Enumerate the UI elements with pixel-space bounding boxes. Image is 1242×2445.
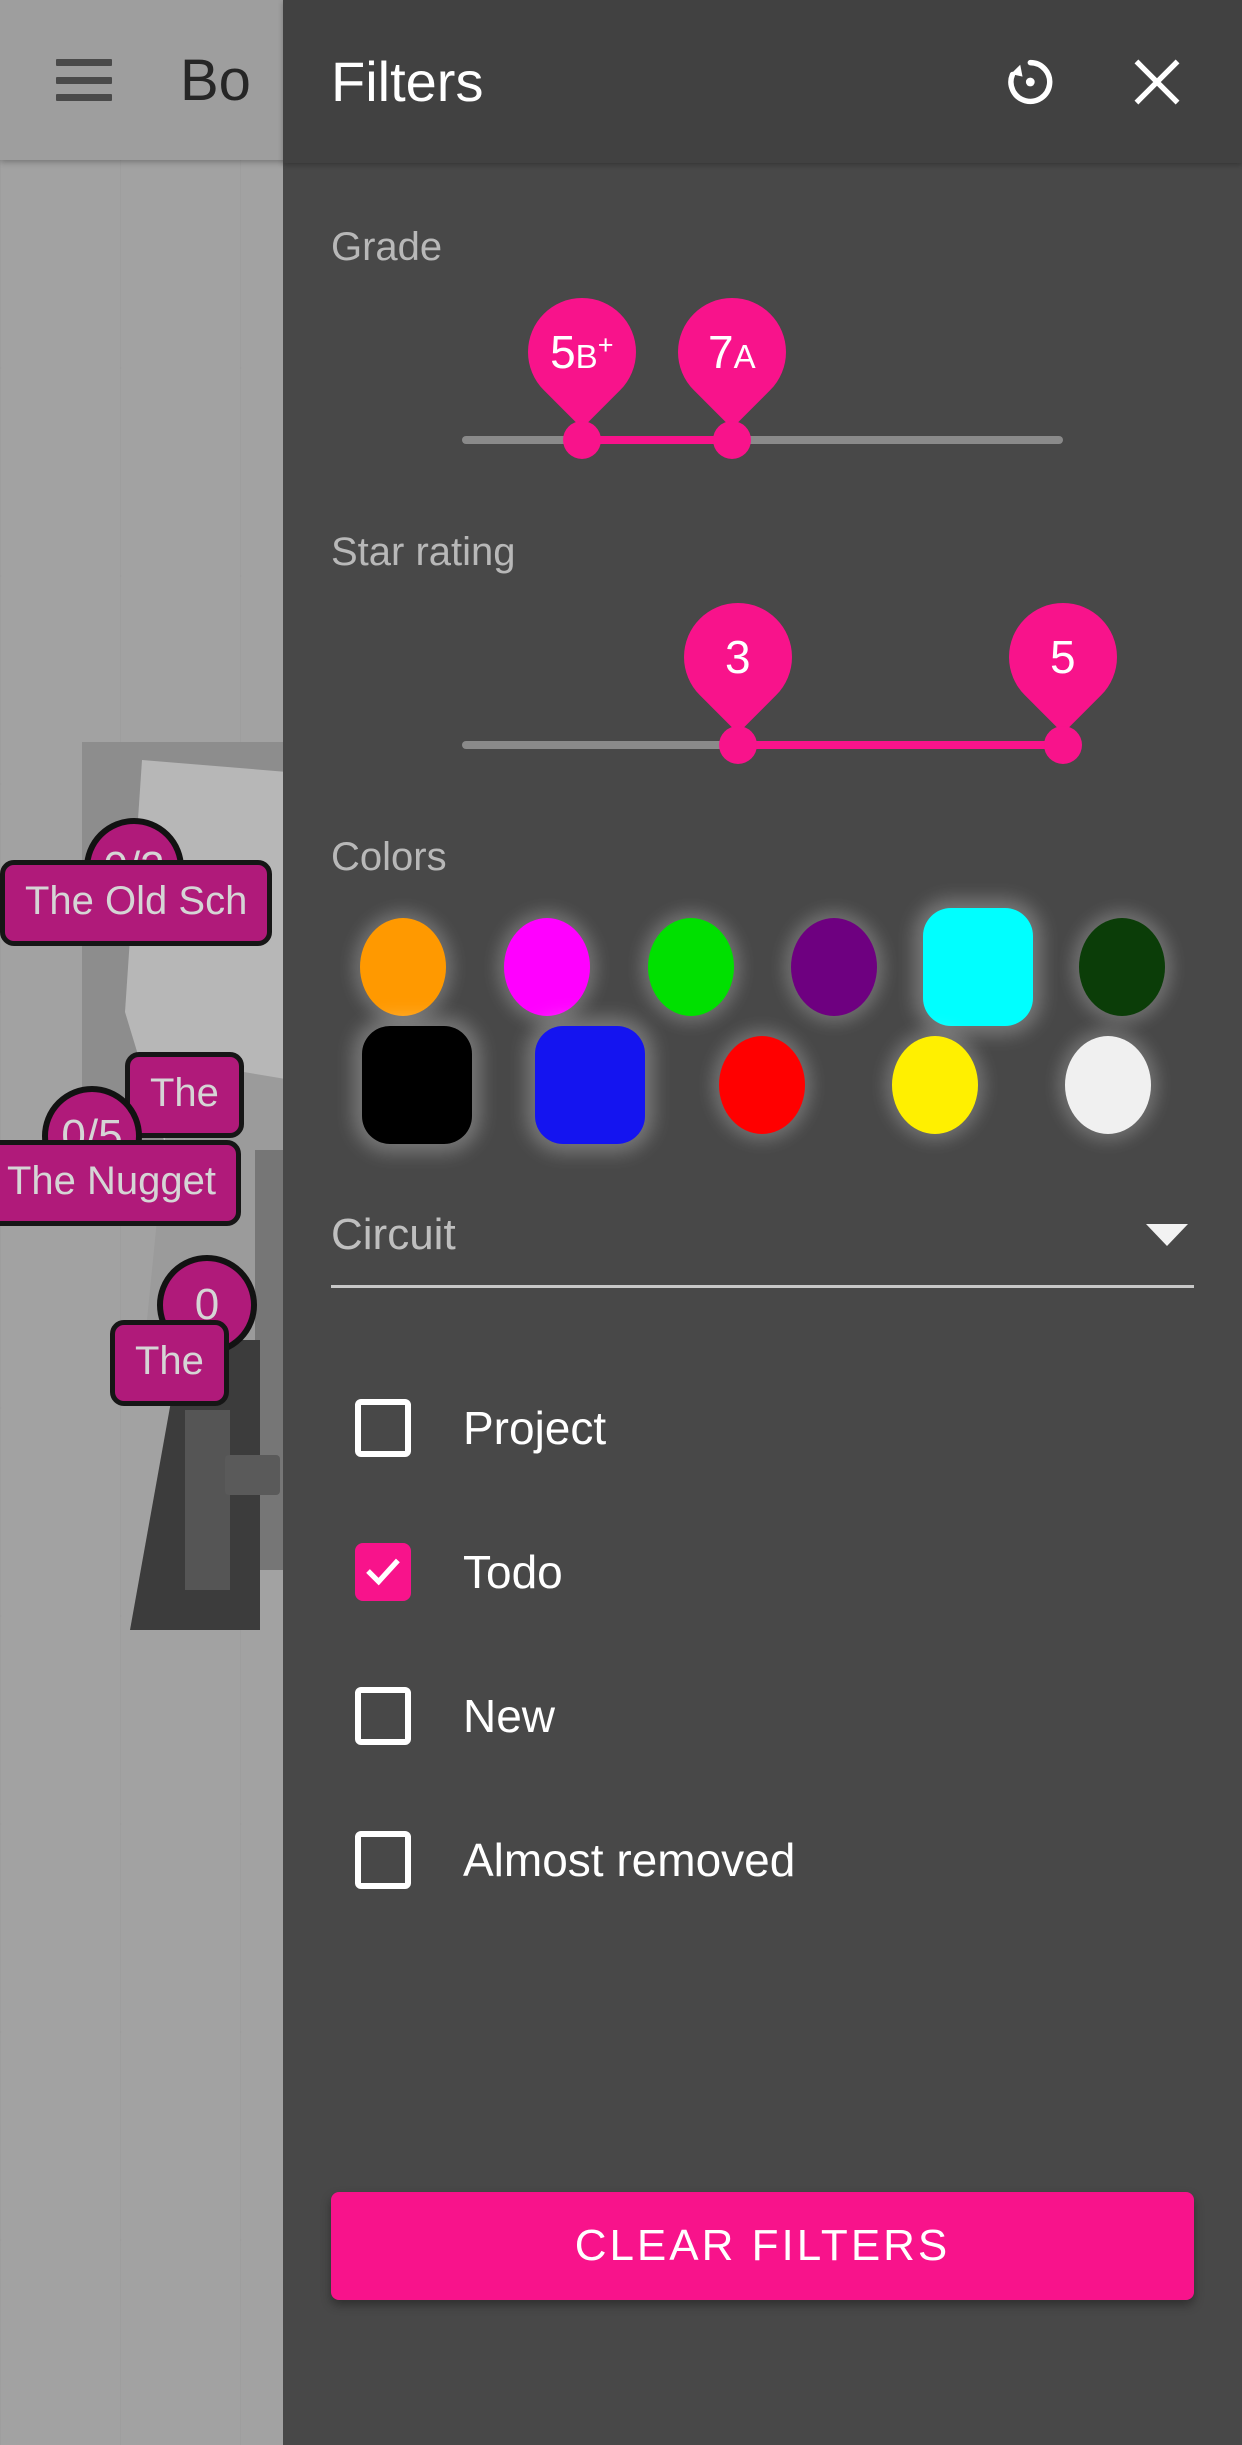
color-swatch-magenta[interactable]	[503, 918, 590, 1016]
checkbox-row-project[interactable]: Project	[331, 1356, 1194, 1500]
color-swatch-cell	[1021, 1036, 1194, 1134]
clear-filters-button[interactable]: CLEAR FILTERS	[331, 2192, 1194, 2300]
grade-max-bubble: 7A	[656, 275, 809, 429]
color-swatch-purple[interactable]	[791, 918, 878, 1016]
color-swatch-yellow[interactable]	[892, 1036, 979, 1134]
star-slider-active-range	[738, 741, 1063, 749]
map-area-label[interactable]: The Old Sch	[0, 860, 273, 946]
color-swatch-cell	[906, 908, 1050, 1026]
chevron-down-icon[interactable]	[1146, 1223, 1188, 1246]
star-max-value: 5	[1050, 631, 1076, 683]
star-min-bubble: 3	[662, 580, 815, 734]
grade-max-thumb[interactable]	[713, 421, 752, 459]
star-max-thumb[interactable]	[1044, 726, 1082, 764]
grade-min-thumb[interactable]	[563, 421, 602, 459]
color-swatch-black[interactable]	[362, 1026, 473, 1144]
checkbox-label: Project	[463, 1402, 607, 1454]
color-swatch-cell	[475, 918, 619, 1016]
color-swatch-blue[interactable]	[534, 1026, 645, 1144]
color-swatch-cell	[504, 1026, 677, 1144]
grade-slider-track[interactable]	[462, 436, 1063, 444]
screen-root: 0/3 The Old Sch The 0/5 The Nugget 0 The…	[0, 0, 1242, 2445]
hamburger-bar	[56, 76, 112, 84]
checkbox-unchecked-icon[interactable]	[355, 1687, 411, 1745]
filter-checkbox-list: Project Todo New Almost removed	[331, 1356, 1194, 1932]
filters-panel-body: Grade 5 B + 7A Star rating 3 5 Colors Ci…	[283, 163, 1242, 2445]
grade-min-value: 5 B +	[550, 326, 614, 379]
checkbox-label: Almost removed	[463, 1834, 796, 1886]
hamburger-menu-icon[interactable]	[56, 59, 112, 101]
app-bar-title: Bo	[180, 47, 251, 113]
filters-panel-header: Filters	[283, 0, 1242, 163]
color-swatch-cell	[619, 918, 763, 1016]
grade-section-label: Grade	[331, 225, 443, 269]
color-swatch-cell	[762, 918, 906, 1016]
map-area-label[interactable]: The	[125, 1052, 244, 1138]
color-swatch-cell	[1050, 918, 1194, 1016]
color-swatch-dark-green[interactable]	[1079, 918, 1166, 1016]
restore-history-icon[interactable]	[986, 39, 1072, 125]
map-area-label[interactable]: The Nugget	[0, 1140, 242, 1226]
star-max-bubble: 5	[986, 580, 1140, 734]
boulder-rock-shape	[225, 1455, 280, 1495]
colors-section-label: Colors	[331, 835, 447, 879]
checkbox-row-todo[interactable]: Todo	[331, 1500, 1194, 1644]
filters-panel: Filters Grade 5 B + 7 A Star rating 3 5 …	[283, 0, 1242, 2445]
grade-min-bubble: 5 B +	[505, 275, 659, 429]
color-swatch-grid	[331, 908, 1194, 1144]
panel-title: Filters	[331, 50, 484, 113]
star-min-thumb[interactable]	[719, 726, 758, 764]
star-rating-range-slider[interactable]: 3 5	[331, 580, 1194, 773]
star-min-value: 3	[725, 631, 752, 683]
color-swatch-cell	[331, 1026, 504, 1144]
color-swatch-row	[331, 1026, 1194, 1144]
color-swatch-cell	[331, 918, 475, 1016]
checkbox-unchecked-icon[interactable]	[355, 1831, 411, 1889]
checkbox-unchecked-icon[interactable]	[355, 1399, 411, 1457]
checkbox-checked-icon[interactable]	[355, 1543, 411, 1601]
checkbox-row-new[interactable]: New	[331, 1644, 1194, 1788]
checkbox-row-almost-removed[interactable]: Almost removed	[331, 1788, 1194, 1932]
close-x-icon[interactable]	[1114, 39, 1200, 125]
color-swatch-cell	[676, 1036, 849, 1134]
grade-range-slider[interactable]: 5 B + 7A	[331, 275, 1194, 468]
circuit-select-label: Circuit	[331, 1209, 456, 1259]
boulder-rock-shape	[185, 1410, 230, 1590]
grade-slider-active-range	[582, 436, 733, 444]
color-swatch-cell	[849, 1036, 1022, 1134]
color-swatch-row	[331, 908, 1194, 1026]
grade-max-value: 7A	[708, 326, 757, 379]
checkbox-label: Todo	[463, 1546, 563, 1598]
hamburger-bar	[56, 94, 112, 101]
color-swatch-orange[interactable]	[359, 918, 446, 1016]
color-swatch-cyan[interactable]	[923, 908, 1034, 1026]
color-swatch-green[interactable]	[647, 918, 734, 1016]
circuit-select[interactable]: Circuit	[331, 1184, 1194, 1288]
color-swatch-red[interactable]	[719, 1036, 806, 1134]
map-area-label[interactable]: The	[110, 1320, 229, 1406]
hamburger-bar	[56, 59, 112, 66]
color-swatch-white[interactable]	[1064, 1036, 1151, 1134]
star-rating-section-label: Star rating	[331, 530, 516, 574]
checkbox-label: New	[463, 1690, 556, 1742]
